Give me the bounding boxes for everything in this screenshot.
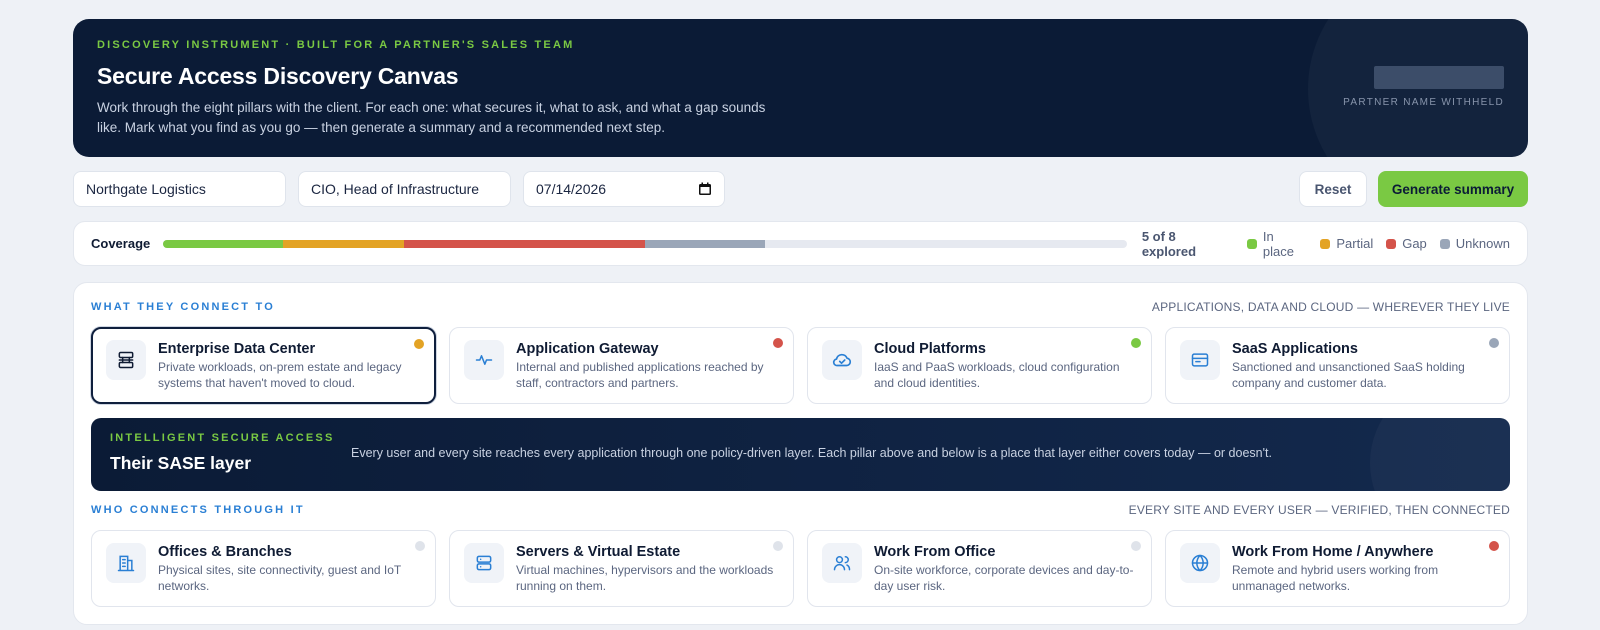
hero-header: DISCOVERY INSTRUMENT · BUILT FOR A PARTN… [73,19,1528,157]
pillar-card-body: Enterprise Data Center Private workloads,… [158,340,421,391]
connect-to-header: WHAT THEY CONNECT TO APPLICATIONS, DATA … [91,300,1510,314]
generate-summary-button[interactable]: Generate summary [1378,171,1528,207]
status-dot [415,541,425,551]
legend-label: In place [1262,228,1294,259]
coverage-label: Coverage [91,236,151,251]
pillar-description: Private workloads, on-prem estate and le… [158,360,402,390]
status-dot [773,338,783,348]
pillar-description: Virtual machines, hypervisors and the wo… [516,563,774,593]
legend-item: Gap [1386,236,1427,251]
sase-description: Every user and every site reaches every … [351,446,1272,460]
pillar-card-body: Servers & Virtual Estate Virtual machines… [516,543,779,594]
pillar-description: Physical sites, site connectivity, guest… [158,563,402,593]
coverage-segment-unknown [644,239,766,248]
pillar-card[interactable]: Cloud Platforms IaaS and PaaS workloads, … [807,327,1152,404]
pillar-card-body: Work From Home / Anywhere Remote and hybr… [1232,543,1495,594]
coverage-segment-in-place [162,239,284,248]
section-subtitle-connect-to: APPLICATIONS, DATA AND CLOUD — WHEREVER … [1151,300,1510,314]
coverage-segment-partial [283,239,404,248]
explored-count: 5 of 8 explored [1141,228,1197,259]
pillar-description: IaaS and PaaS workloads, cloud configura… [874,360,1120,390]
controls-bar: Northgate Logistics CIO, Head of Infrast… [73,171,1528,207]
client-name-value: Northgate Logistics [86,181,206,197]
users-icon [822,543,862,583]
pillar-title: Servers & Virtual Estate [516,544,681,560]
pillar-card[interactable]: Offices & Branches Physical sites, site c… [91,530,436,607]
building-icon [106,543,146,583]
globe-icon [1180,543,1220,583]
sase-eyebrow: INTELLIGENT SECURE ACCESS [110,432,335,444]
pillar-card-body: Work From Office On-site workforce, corpo… [874,543,1137,594]
pillar-title: Offices & Branches [158,544,292,560]
coverage-segment-gap [403,239,645,248]
pillar-card[interactable]: Work From Office On-site workforce, corpo… [807,530,1152,607]
status-dot [1489,541,1499,551]
pillar-card[interactable]: Enterprise Data Center Private workloads,… [91,327,436,404]
partner-logo-placeholder [1374,66,1504,89]
date-input[interactable]: 07/14/2026 [523,171,725,207]
pillar-title: Work From Home / Anywhere [1232,544,1434,560]
pillar-card-body: Offices & Branches Physical sites, site c… [158,543,421,594]
status-dot [414,339,424,349]
partner-block: PARTNER NAME WITHHELD [1343,66,1504,108]
pillar-description: Sanctioned and unsanctioned SaaS holding… [1232,360,1465,390]
status-dot [1489,338,1499,348]
contact-role-value: CIO, Head of Infrastructure [311,181,480,197]
client-name-input[interactable]: Northgate Logistics [73,171,286,207]
pillar-description: Internal and published applications reac… [516,360,764,390]
pillar-description: Remote and hybrid users working from unm… [1232,563,1439,593]
pillar-description: On-site workforce, corporate devices and… [874,563,1134,593]
decorative-circle [1370,418,1510,491]
calendar-icon[interactable] [698,182,712,196]
legend-item: In place [1247,229,1307,259]
header-eyebrow: DISCOVERY INSTRUMENT · BUILT FOR A PARTN… [97,39,575,51]
server-rack-icon [106,340,146,380]
coverage-legend: In place Partial Gap Unknown [1247,229,1510,259]
section-title-connect-to: WHAT THEY CONNECT TO [91,301,275,313]
pillar-card[interactable]: SaaS Applications Sanctioned and unsancti… [1165,327,1510,404]
pillar-title: Cloud Platforms [874,341,986,357]
browser-window-icon [1180,340,1220,380]
pillar-title: Work From Office [874,544,996,560]
reset-button[interactable]: Reset [1299,171,1367,207]
coverage-progress-bar [162,239,1127,248]
status-dot [1131,338,1141,348]
contact-role-input[interactable]: CIO, Head of Infrastructure [298,171,511,207]
legend-label: Gap [1402,236,1427,251]
legend-swatch [1439,238,1450,249]
date-value: 07/14/2026 [536,181,607,197]
page-description: Work through the eight pillars with the … [97,100,766,135]
pillars-panel: WHAT THEY CONNECT TO APPLICATIONS, DATA … [73,282,1528,625]
pillar-card[interactable]: Application Gateway Internal and publishe… [449,327,794,404]
connect-through-header: WHO CONNECTS THROUGH IT EVERY SITE AND E… [91,503,1510,517]
server-icon [464,543,504,583]
legend-swatch [1320,238,1331,249]
pillar-title: SaaS Applications [1232,341,1358,357]
pillar-card[interactable]: Servers & Virtual Estate Virtual machines… [449,530,794,607]
connect-to-cards: Enterprise Data Center Private workloads,… [91,327,1510,404]
connect-through-cards: Offices & Branches Physical sites, site c… [91,530,1510,607]
status-dot [773,541,783,551]
pillar-card-body: Cloud Platforms IaaS and PaaS workloads, … [874,340,1137,391]
cloud-check-icon [822,340,862,380]
pillar-title: Enterprise Data Center [158,341,316,357]
legend-label: Unknown [1455,236,1510,251]
legend-swatch [1247,238,1257,249]
coverage-panel: Coverage 5 of 8 explored In place Partial… [73,221,1528,266]
legend-swatch [1386,238,1397,249]
legend-item: Unknown [1439,236,1510,251]
section-subtitle-connect-through: EVERY SITE AND EVERY USER — VERIFIED, TH… [1128,503,1510,517]
pillar-title: Application Gateway [516,341,659,357]
partner-label: PARTNER NAME WITHHELD [1343,97,1504,108]
legend-item: Partial [1320,236,1373,251]
pillar-card[interactable]: Work From Home / Anywhere Remote and hybr… [1165,530,1510,607]
legend-label: Partial [1336,236,1374,251]
section-title-connect-through: WHO CONNECTS THROUGH IT [91,504,305,516]
status-dot [1131,541,1141,551]
page-title: Secure Access Discovery Canvas [97,63,459,89]
activity-icon [464,340,504,380]
pillar-card-body: Application Gateway Internal and publishe… [516,340,779,391]
pillar-card-body: SaaS Applications Sanctioned and unsancti… [1232,340,1495,391]
sase-banner: INTELLIGENT SECURE ACCESS Their SASE lay… [91,418,1510,491]
